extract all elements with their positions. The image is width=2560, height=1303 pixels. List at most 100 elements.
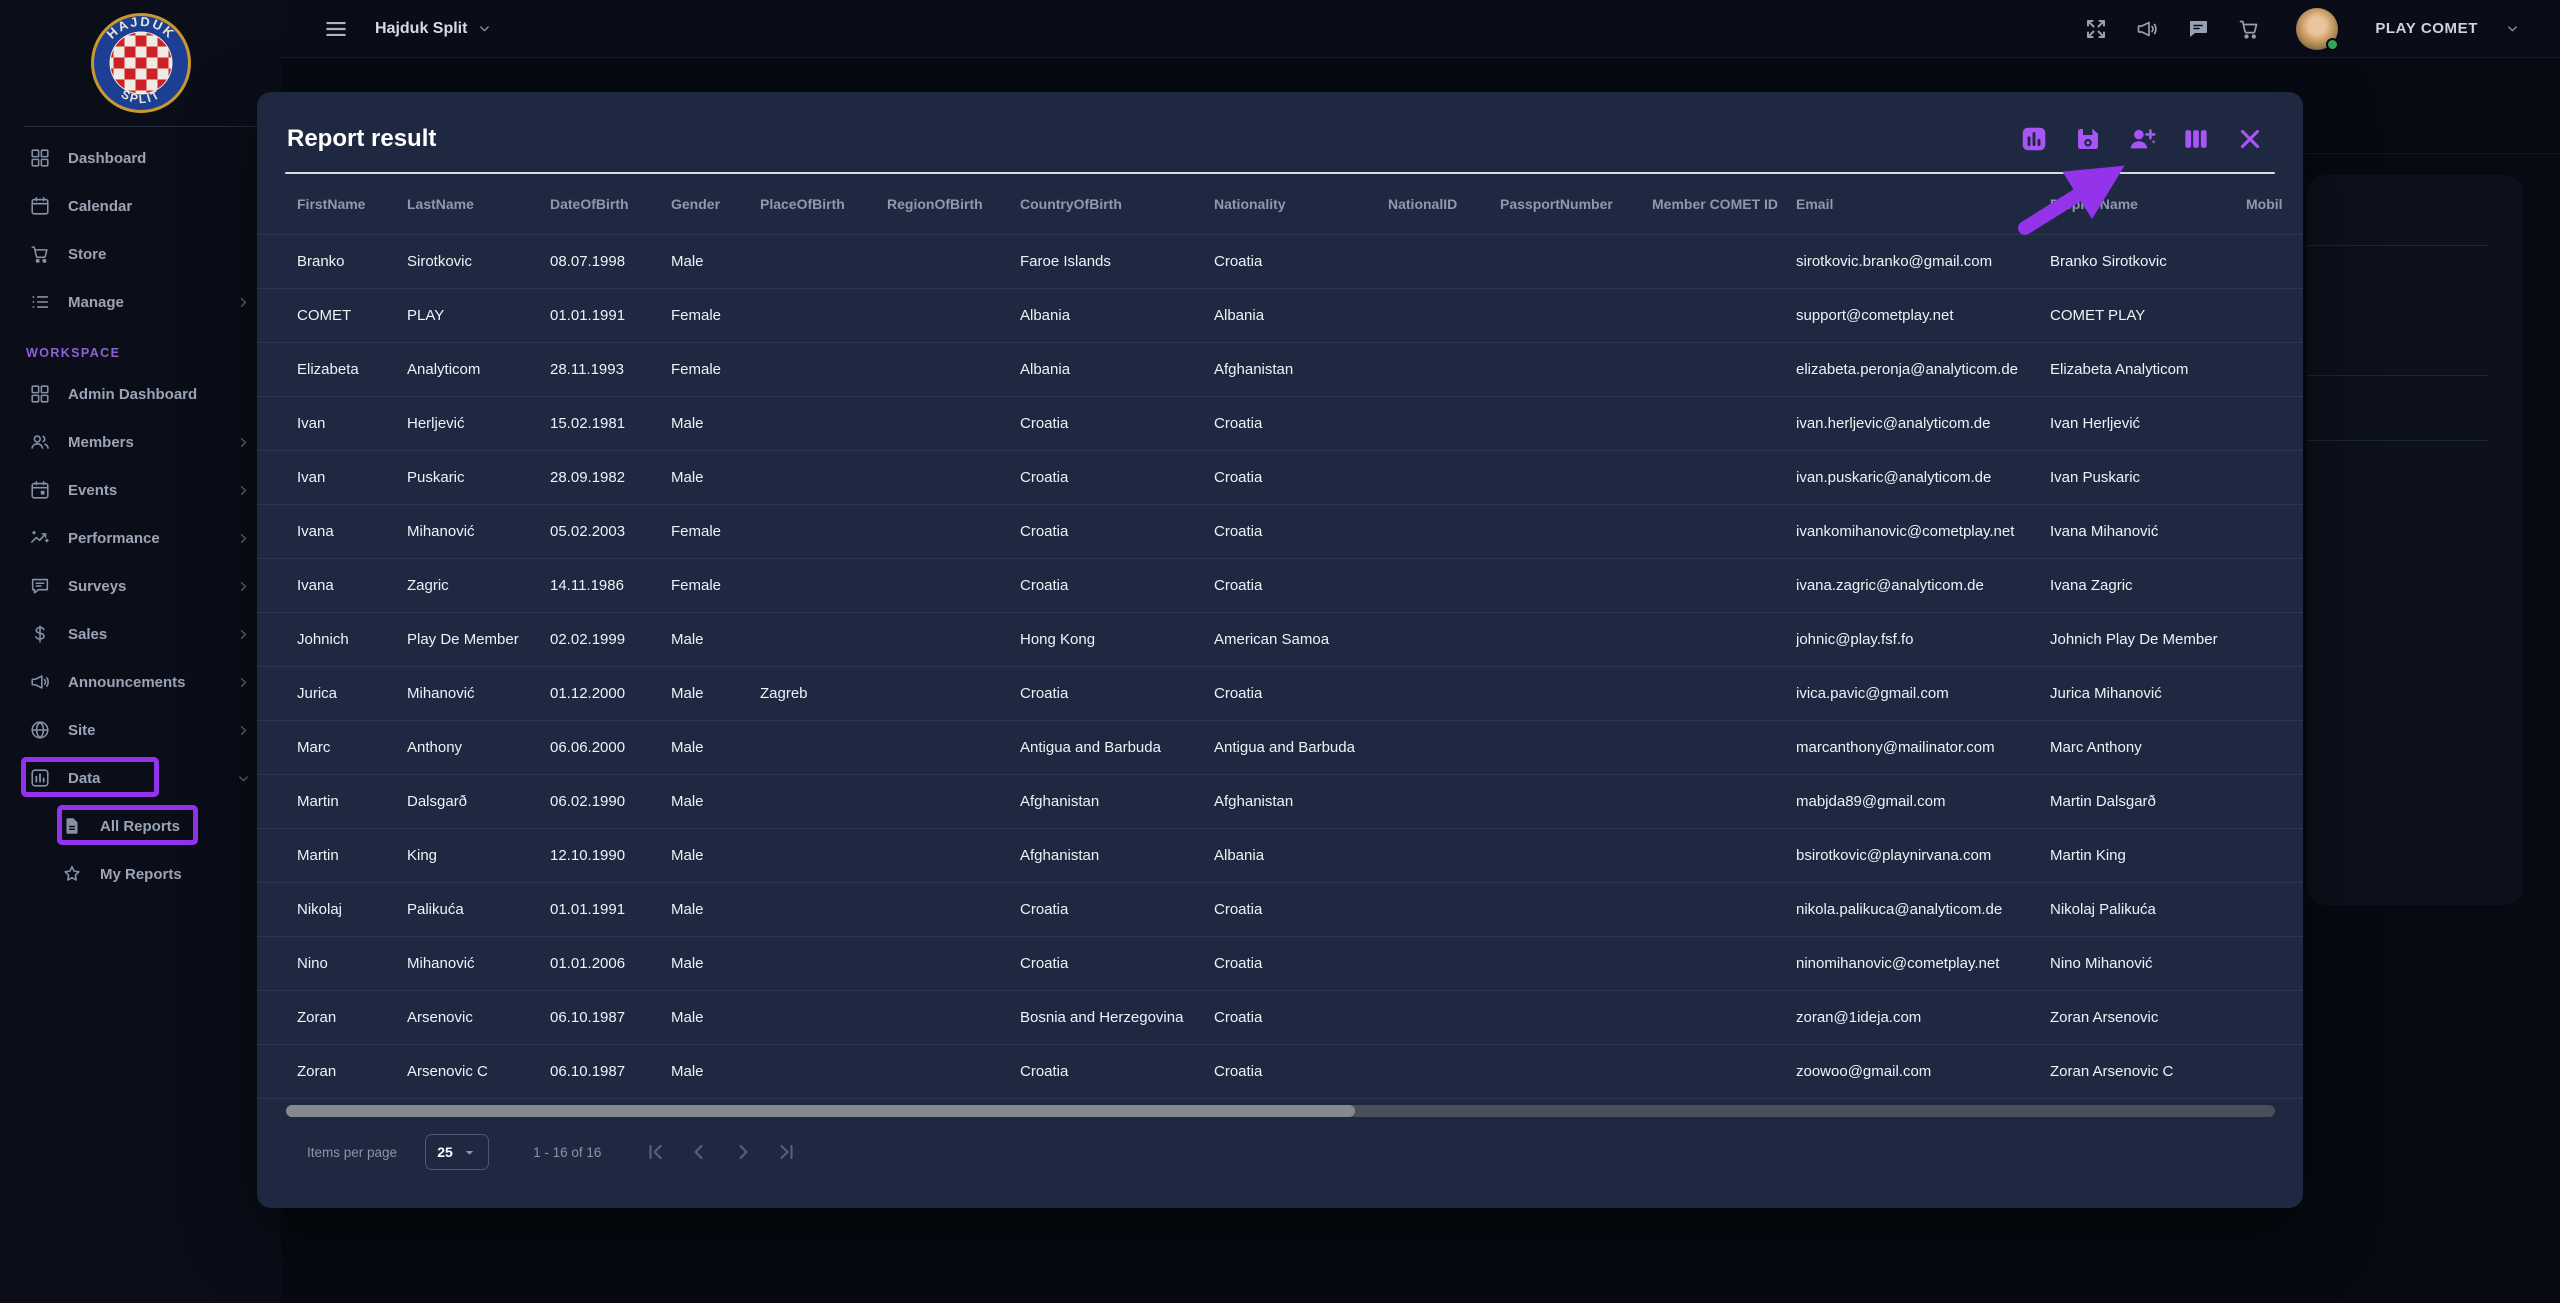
chevron-right-icon xyxy=(236,531,251,546)
user-menu[interactable]: PLAY COMET xyxy=(2375,20,2478,37)
sidebar-item-dashboard[interactable]: Dashboard xyxy=(0,134,281,182)
sidebar-item-label: Admin Dashboard xyxy=(68,386,197,403)
table-row[interactable]: MartinKing12.10.1990MaleAfghanistanAlban… xyxy=(257,829,2303,883)
chevron-down-icon[interactable] xyxy=(2505,21,2520,36)
bar-chart-icon xyxy=(28,766,52,790)
table-cell: Nino xyxy=(297,955,407,972)
chat-icon[interactable] xyxy=(2186,17,2210,41)
table-row[interactable]: IvanHerljević15.02.1981MaleCroatiaCroati… xyxy=(257,397,2303,451)
table-row[interactable]: NinoMihanović01.01.2006MaleCroatiaCroati… xyxy=(257,937,2303,991)
column-header-email[interactable]: Email xyxy=(1796,196,2050,212)
menu-toggle-button[interactable] xyxy=(323,16,349,42)
sidebar-item-events[interactable]: Events xyxy=(0,466,281,514)
column-header-displayname[interactable]: DisplayName xyxy=(2050,196,2246,212)
table-cell: Albania xyxy=(1020,307,1214,324)
table-cell: Dalsgarð xyxy=(407,793,550,810)
column-header-nationalid[interactable]: NationalID xyxy=(1388,196,1500,212)
table-row[interactable]: MarcAnthony06.06.2000MaleAntigua and Bar… xyxy=(257,721,2303,775)
chevron-right-icon xyxy=(236,295,251,310)
last-page-button[interactable] xyxy=(775,1139,801,1165)
dashboard-grid-icon xyxy=(28,382,52,406)
column-header-lastname[interactable]: LastName xyxy=(407,196,550,212)
table-cell: Croatia xyxy=(1214,577,1388,594)
table-row[interactable]: ElizabetaAnalyticom28.11.1993FemaleAlban… xyxy=(257,343,2303,397)
save-report-button[interactable] xyxy=(2073,124,2103,154)
table-cell: Marc Anthony xyxy=(2050,739,2246,756)
chart-view-button[interactable] xyxy=(2019,124,2049,154)
sidebar-item-calendar[interactable]: Calendar xyxy=(0,182,281,230)
column-header-gender[interactable]: Gender xyxy=(671,196,760,212)
table-cell: Zoran xyxy=(297,1009,407,1026)
table-row[interactable]: NikolajPalikuća01.01.1991MaleCroatiaCroa… xyxy=(257,883,2303,937)
dashboard-grid-icon xyxy=(28,146,52,170)
table-cell: marcanthony@mailinator.com xyxy=(1796,739,2050,756)
sidebar: HAJDUK SPLIT DashboardCalendarStoreManag… xyxy=(0,0,281,1303)
column-header-placeofbirth[interactable]: PlaceOfBirth xyxy=(760,196,887,212)
club-logo[interactable]: HAJDUK SPLIT xyxy=(0,0,281,126)
columns-button[interactable] xyxy=(2181,124,2211,154)
sidebar-item-data[interactable]: Data xyxy=(0,754,281,802)
table-row[interactable]: IvanPuskaric28.09.1982MaleCroatiaCroatia… xyxy=(257,451,2303,505)
table-row[interactable]: IvanaMihanović05.02.2003FemaleCroatiaCro… xyxy=(257,505,2303,559)
table-cell: zoran@1ideja.com xyxy=(1796,1009,2050,1026)
column-header-nationality[interactable]: Nationality xyxy=(1214,196,1388,212)
table-row[interactable]: BrankoSirotkovic08.07.1998MaleFaroe Isla… xyxy=(257,235,2303,289)
table-cell: Anthony xyxy=(407,739,550,756)
scrollbar-thumb[interactable] xyxy=(286,1105,1355,1117)
table-row[interactable]: ZoranArsenovic C06.10.1987MaleCroatiaCro… xyxy=(257,1045,2303,1099)
sidebar-item-announcements[interactable]: Announcements xyxy=(0,658,281,706)
club-selector[interactable]: Hajduk Split xyxy=(375,20,492,38)
table-header-row: FirstNameLastNameDateOfBirthGenderPlaceO… xyxy=(257,174,2303,235)
megaphone-icon[interactable] xyxy=(2135,17,2159,41)
column-header-member-comet-id[interactable]: Member COMET ID xyxy=(1652,196,1796,212)
column-header-dateofbirth[interactable]: DateOfBirth xyxy=(550,196,671,212)
table-row[interactable]: ZoranArsenovic06.10.1987MaleBosnia and H… xyxy=(257,991,2303,1045)
calendar-event-icon xyxy=(28,478,52,502)
table-cell: 08.07.1998 xyxy=(550,253,671,270)
sidebar-item-admin-dashboard[interactable]: Admin Dashboard xyxy=(0,370,281,418)
table-cell: Female xyxy=(671,307,760,324)
sidebar-item-performance[interactable]: Performance xyxy=(0,514,281,562)
table-row[interactable]: JohnichPlay De Member02.02.1999MaleHong … xyxy=(257,613,2303,667)
sidebar-item-surveys[interactable]: Surveys xyxy=(0,562,281,610)
table-row[interactable]: JuricaMihanović01.12.2000MaleZagrebCroat… xyxy=(257,667,2303,721)
report-toolbar xyxy=(2019,124,2265,154)
cart-icon[interactable] xyxy=(2237,17,2261,41)
table-row[interactable]: IvanaZagric14.11.1986FemaleCroatiaCroati… xyxy=(257,559,2303,613)
avatar[interactable] xyxy=(2296,8,2338,50)
table-cell: Croatia xyxy=(1020,955,1214,972)
next-page-button[interactable] xyxy=(731,1139,757,1165)
table-cell: Croatia xyxy=(1020,577,1214,594)
sidebar-item-store[interactable]: Store xyxy=(0,230,281,278)
paginator: Items per page 25 1 - 16 of 16 xyxy=(257,1124,2303,1180)
column-header-regionofbirth[interactable]: RegionOfBirth xyxy=(887,196,1020,212)
sidebar-item-members[interactable]: Members xyxy=(0,418,281,466)
report-result-dialog: Report result FirstNameLastNameDateOfBir… xyxy=(257,92,2303,1208)
column-header-mobil[interactable]: Mobil xyxy=(2246,196,2303,212)
table-cell: Female xyxy=(671,577,760,594)
fullscreen-icon[interactable] xyxy=(2084,17,2108,41)
megaphone-icon xyxy=(28,670,52,694)
column-header-firstname[interactable]: FirstName xyxy=(297,196,407,212)
close-button[interactable] xyxy=(2235,124,2265,154)
table-cell: 28.11.1993 xyxy=(550,361,671,378)
page-size-select[interactable]: 25 xyxy=(425,1134,489,1170)
table-row[interactable]: MartinDalsgarð06.02.1990MaleAfghanistanA… xyxy=(257,775,2303,829)
horizontal-scrollbar[interactable] xyxy=(286,1105,2275,1117)
table-row[interactable]: COMETPLAY01.01.1991FemaleAlbaniaAlbanias… xyxy=(257,289,2303,343)
sidebar-item-sales[interactable]: Sales xyxy=(0,610,281,658)
table-cell: Afghanistan xyxy=(1214,361,1388,378)
first-page-button[interactable] xyxy=(643,1139,669,1165)
items-per-page-label: Items per page xyxy=(307,1145,397,1160)
sidebar-item-my-reports[interactable]: My Reports xyxy=(0,850,281,898)
add-members-button[interactable] xyxy=(2127,124,2157,154)
column-header-countryofbirth[interactable]: CountryOfBirth xyxy=(1020,196,1214,212)
table-cell: Female xyxy=(671,523,760,540)
table-cell: 14.11.1986 xyxy=(550,577,671,594)
sidebar-item-all-reports[interactable]: All Reports xyxy=(0,802,281,850)
column-header-passportnumber[interactable]: PassportNumber xyxy=(1500,196,1652,212)
sidebar-item-manage[interactable]: Manage xyxy=(0,278,281,326)
previous-page-button[interactable] xyxy=(687,1139,713,1165)
sidebar-item-site[interactable]: Site xyxy=(0,706,281,754)
sidebar-item-label: Performance xyxy=(68,530,160,547)
